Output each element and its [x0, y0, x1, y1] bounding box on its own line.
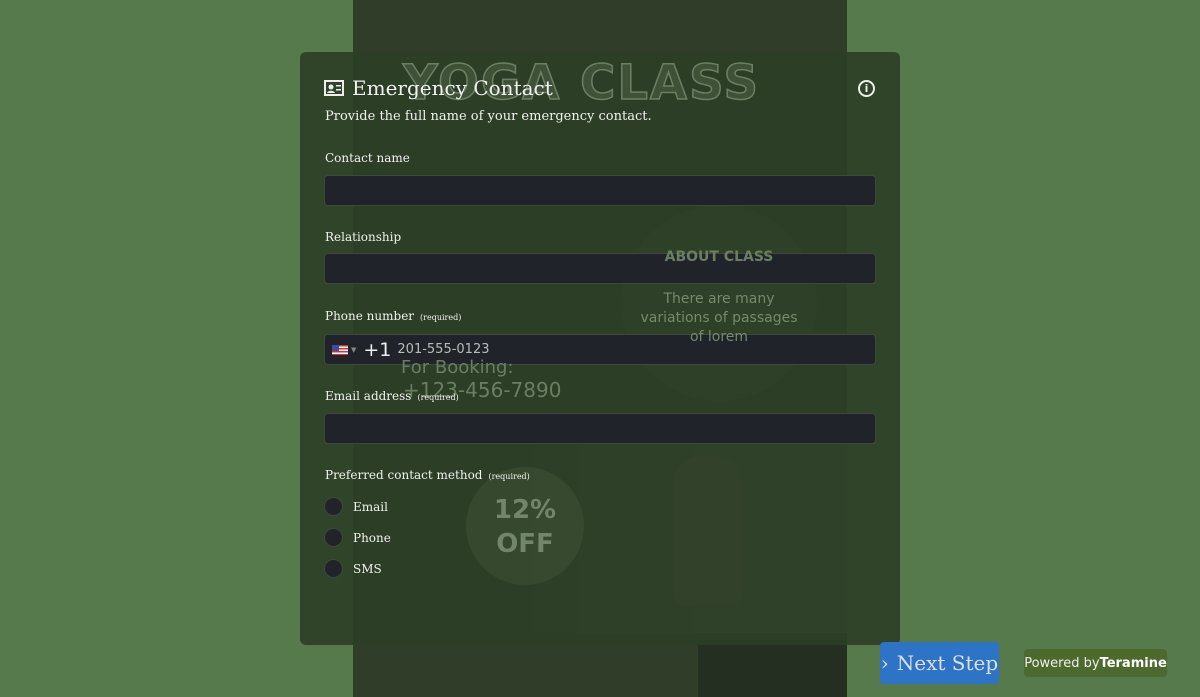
phone-placeholder: 201-555-0123: [397, 342, 490, 357]
contact-method-label: Preferred contact method (required): [325, 468, 530, 482]
form-title: Emergency Contact: [352, 76, 553, 100]
poster-desc: There are many variations of passages of…: [640, 291, 798, 345]
form-card: Emergency Contact i Provide the full nam…: [300, 52, 900, 645]
country-code: +1: [363, 338, 392, 361]
poster-booking: For Booking:: [401, 357, 514, 378]
relationship-label: Relationship: [325, 230, 402, 244]
chevron-right-icon: ›: [880, 651, 889, 675]
powered-by-badge[interactable]: Powered by Teramine: [1024, 649, 1167, 677]
radio-email[interactable]: Email: [324, 497, 388, 516]
phone-label: Phone number (required): [325, 309, 462, 323]
us-flag-icon[interactable]: [332, 344, 348, 355]
info-icon[interactable]: i: [858, 80, 875, 97]
email-input[interactable]: [324, 413, 876, 444]
contact-card-icon: [324, 80, 344, 96]
contact-name-label: Contact name: [325, 151, 410, 165]
contact-name-input[interactable]: [324, 175, 876, 206]
radio-phone[interactable]: Phone: [324, 528, 391, 547]
poster-strip: [698, 640, 847, 697]
chevron-down-icon[interactable]: ▼: [351, 346, 356, 354]
poster-about: ABOUT CLASS: [664, 249, 774, 265]
radio-sms[interactable]: SMS: [324, 559, 382, 578]
next-step-button[interactable]: › Next Step: [880, 642, 999, 684]
poster-discount: 12% OFF: [466, 467, 584, 585]
email-label: Email address (required): [325, 389, 459, 403]
form-subtitle: Provide the full name of your emergency …: [325, 109, 652, 124]
form-header: Emergency Contact: [324, 76, 553, 100]
